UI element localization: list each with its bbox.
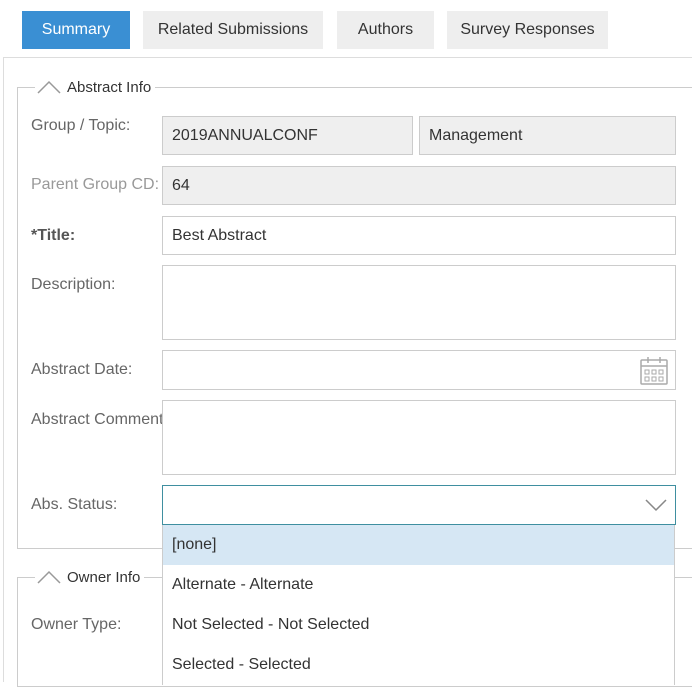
option-selected[interactable]: Selected - Selected	[163, 645, 674, 685]
chevron-up-icon	[37, 80, 61, 94]
chevron-down-icon[interactable]	[645, 498, 667, 512]
owner-type-label: Owner Type:	[31, 616, 122, 633]
description-textarea[interactable]	[162, 265, 676, 340]
abstract-date-input[interactable]	[162, 350, 676, 390]
parent-group-field: 64	[162, 166, 676, 205]
option-alternate[interactable]: Alternate - Alternate	[163, 565, 674, 605]
parent-group-label: Parent Group CD:	[31, 176, 160, 193]
tab-bar: Summary Related Submissions Authors Surv…	[0, 0, 692, 56]
tab-summary[interactable]: Summary	[22, 11, 130, 49]
abstract-comment-label: Abstract Comment:	[31, 411, 168, 428]
tab-related-submissions[interactable]: Related Submissions	[143, 11, 323, 49]
abs-status-label: Abs. Status:	[31, 496, 118, 513]
abstract-info-legend[interactable]: Abstract Info	[35, 77, 156, 97]
owner-info-legend[interactable]: Owner Info	[35, 567, 145, 587]
tab-survey-responses[interactable]: Survey Responses	[447, 11, 608, 49]
abstract-comment-textarea[interactable]	[162, 400, 676, 475]
title-label: *Title:	[31, 227, 76, 244]
group-topic-label: Group / Topic:	[31, 117, 131, 134]
owner-info-title: Owner Info	[67, 568, 141, 586]
title-input[interactable]: Best Abstract	[162, 216, 676, 255]
description-label: Description:	[31, 276, 116, 293]
abstract-date-label: Abstract Date:	[31, 361, 133, 378]
option-not-selected[interactable]: Not Selected - Not Selected	[163, 605, 674, 645]
option-none[interactable]: [none]	[163, 525, 674, 565]
abstract-info-title: Abstract Info	[67, 78, 152, 96]
tab-authors[interactable]: Authors	[337, 11, 434, 49]
chevron-up-icon	[37, 570, 61, 584]
topic-field: Management	[419, 116, 676, 155]
abs-status-select[interactable]	[162, 485, 676, 525]
group-field: 2019ANNUALCONF	[162, 116, 413, 155]
abs-status-dropdown: [none] Alternate - Alternate Not Selecte…	[162, 525, 675, 685]
calendar-icon[interactable]	[639, 356, 669, 386]
